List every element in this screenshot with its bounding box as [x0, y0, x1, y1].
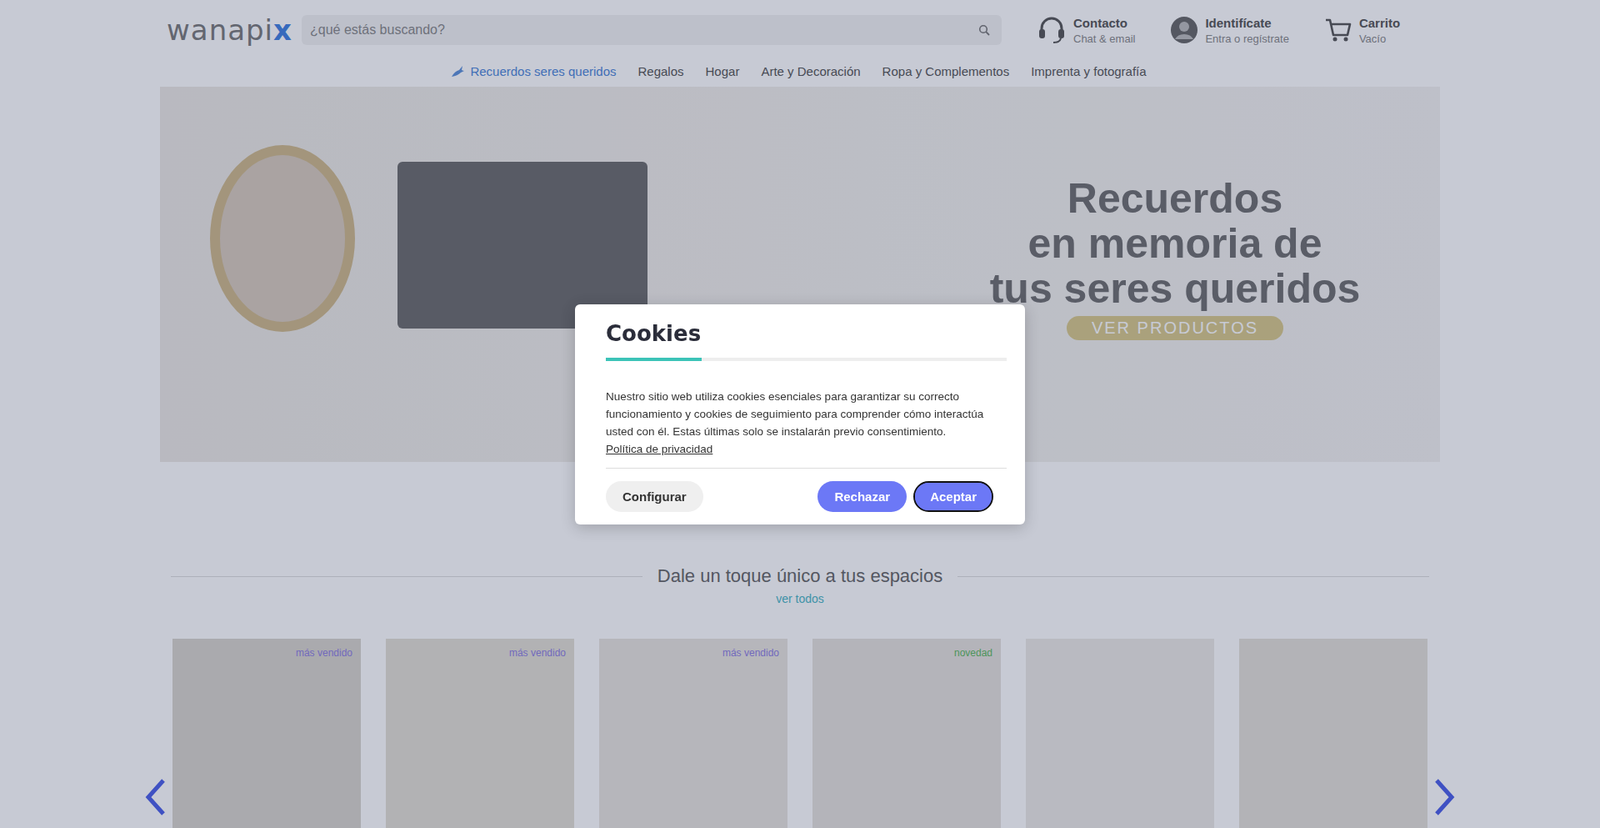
progress-track	[605, 357, 1007, 361]
progress-fill	[605, 357, 702, 361]
dialog-title: Cookies	[605, 320, 1007, 346]
dialog-button[interactable]: Rechazar	[817, 480, 907, 512]
dialog-actions: Configurar RechazarAceptar	[605, 480, 1007, 512]
privacy-link[interactable]: Política de privacidad	[605, 442, 713, 455]
dialog-button[interactable]: Aceptar	[913, 480, 994, 512]
dialog-button[interactable]: Configurar	[605, 480, 704, 512]
cookie-dialog: Cookies Nuestro sitio web utiliza cookie…	[575, 304, 1025, 525]
dialog-text: Nuestro sitio web utiliza cookies esenci…	[605, 387, 1007, 440]
modal-overlay: Cookies Nuestro sitio web utiliza cookie…	[0, 0, 1600, 828]
